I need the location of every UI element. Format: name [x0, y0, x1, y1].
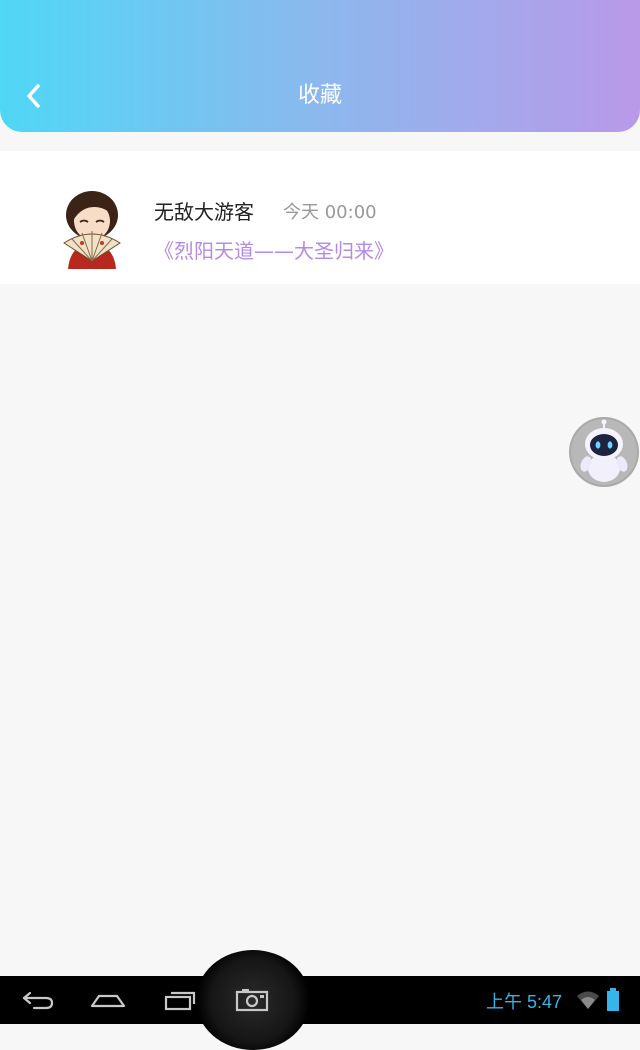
book-title[interactable]: 《烈阳天道——大圣归来》: [154, 235, 394, 264]
home-icon: [90, 994, 126, 1008]
battery-icon: [607, 988, 619, 1011]
robot-icon[interactable]: [568, 416, 640, 488]
status-clock: 上午 5:47: [486, 992, 563, 1012]
header-bar: 收藏: [0, 0, 640, 132]
favorite-item[interactable]: 无敌大游客 今天 00:00 《烈阳天道——大圣归来》: [0, 151, 640, 284]
recent-apps-icon: [164, 991, 196, 1011]
system-nav-bar: 上午 5:47: [0, 950, 640, 1050]
page-title: 收藏: [297, 83, 342, 108]
nav-back-button[interactable]: [14, 980, 62, 1020]
back-arrow-icon: [22, 991, 54, 1010]
nav-recent-button[interactable]: [156, 980, 204, 1020]
wifi-icon: [577, 991, 599, 1009]
nav-home-button[interactable]: [84, 980, 132, 1020]
camera-icon: [235, 989, 269, 1012]
avatar: [63, 191, 121, 269]
nav-screenshot-button[interactable]: [228, 980, 276, 1020]
author-name: 无敌大游客: [154, 200, 254, 224]
timestamp: 今天 00:00: [283, 202, 377, 223]
